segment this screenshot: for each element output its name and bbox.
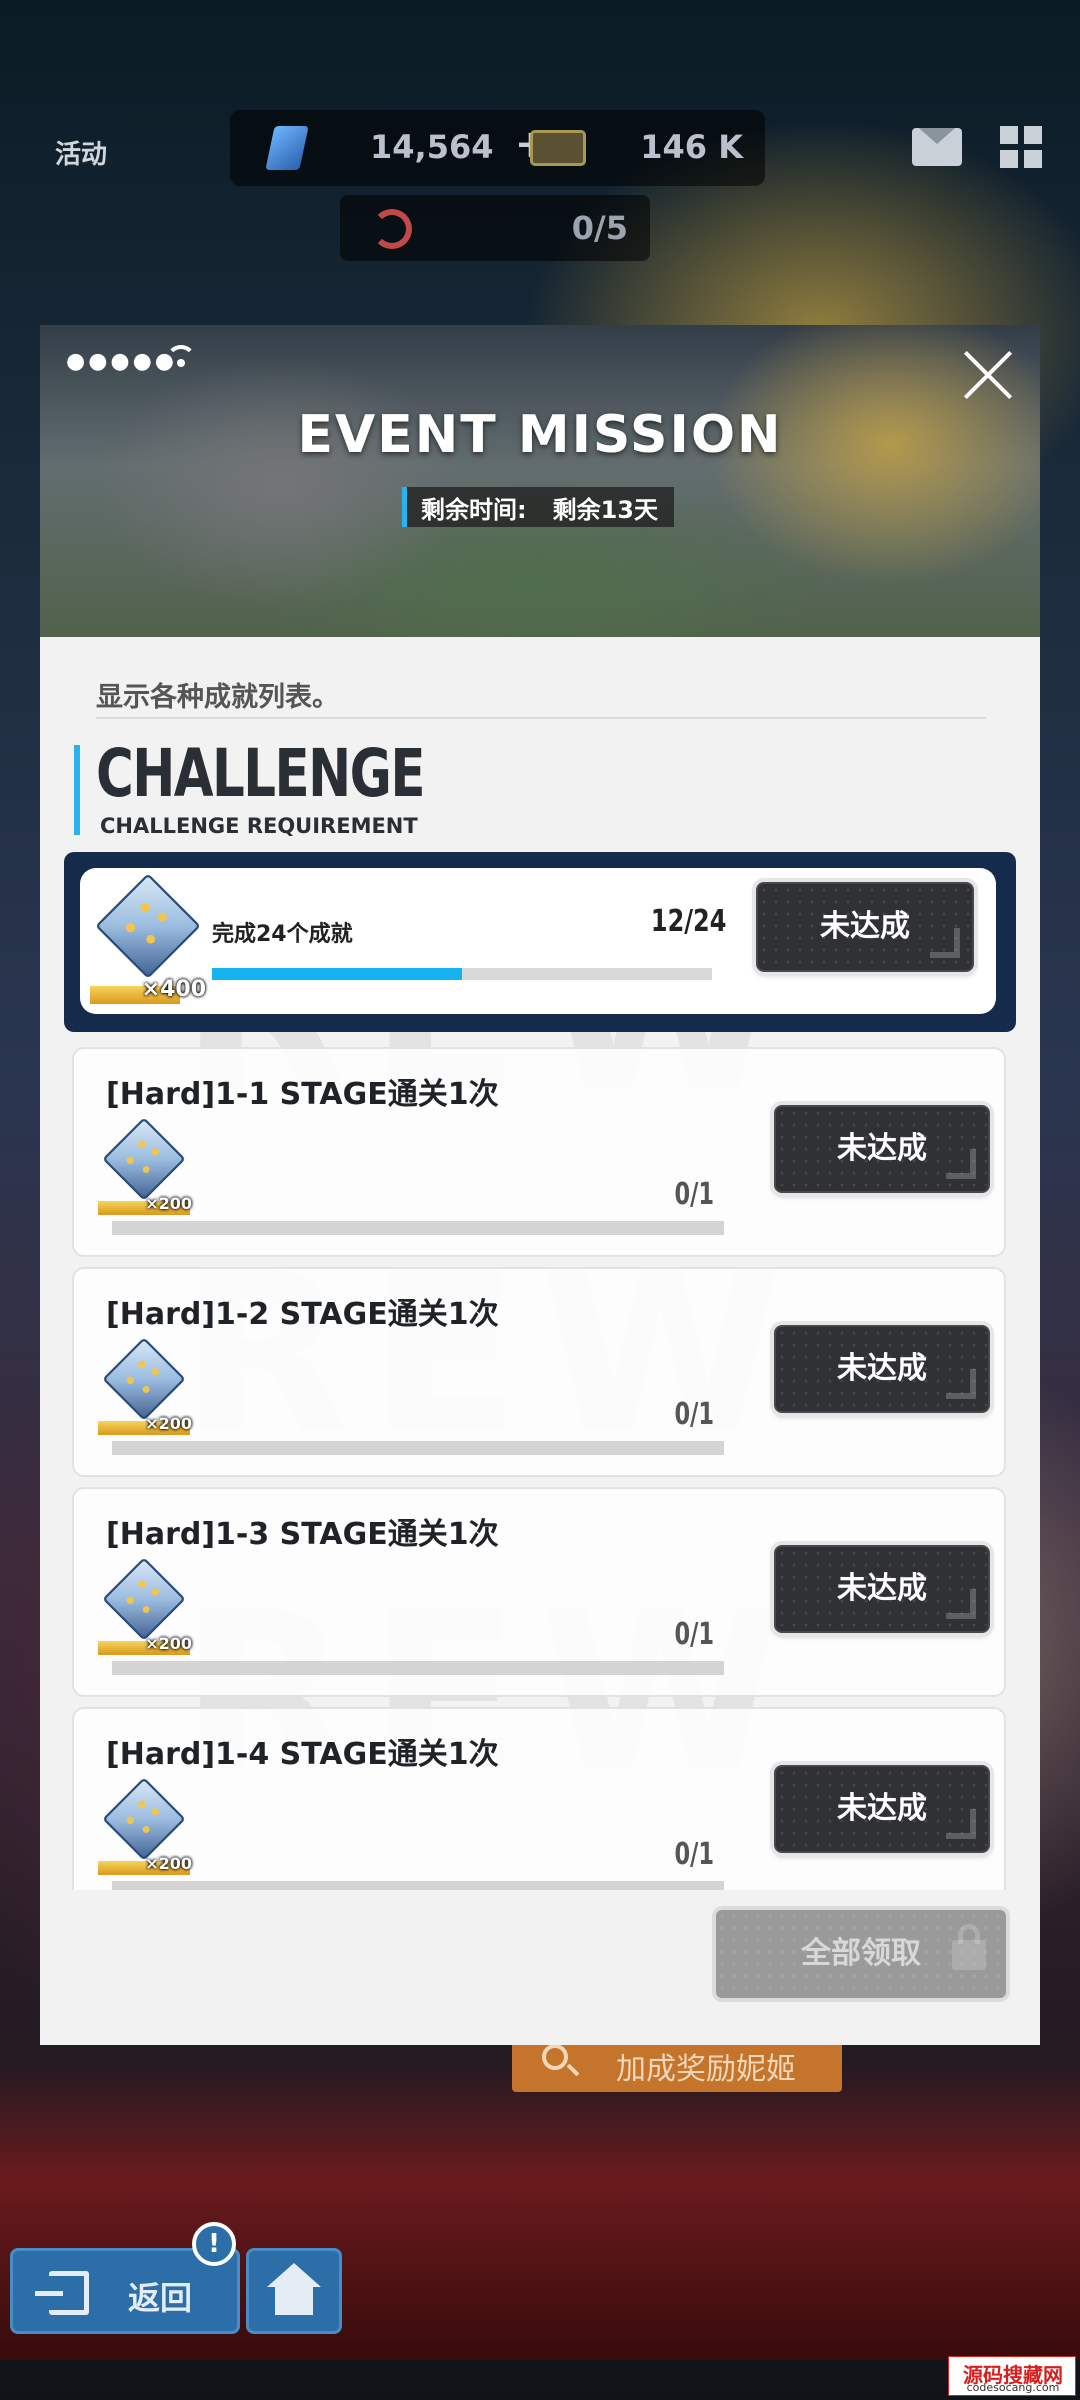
reward-quantity: ×400 xyxy=(141,977,206,1002)
notice-badge: ! xyxy=(192,2222,236,2266)
reward-quantity: ×200 xyxy=(145,1854,192,1873)
featured-challenge-card: ×400 完成24个成就 12/24 未达成 xyxy=(80,868,996,1014)
wifi-icon xyxy=(166,345,196,375)
status-button[interactable]: 未达成 xyxy=(756,882,974,972)
mission-item: [Hard]1-3 STAGE通关1次 ×200 0/1 未达成 xyxy=(72,1487,1006,1697)
section-title: CHALLENGE xyxy=(96,735,426,812)
resource-panel: 14,564 + 146 K xyxy=(230,110,765,186)
status-button-label: 未达成 xyxy=(837,1571,927,1606)
claim-all-button[interactable]: 全部领取 xyxy=(716,1910,1006,1998)
mission-item: [Hard]1-2 STAGE通关1次 ×200 0/1 未达成 xyxy=(72,1267,1006,1477)
cube-icon xyxy=(102,1557,186,1641)
status-button-label: 未达成 xyxy=(837,1791,927,1826)
search-icon xyxy=(542,2044,568,2070)
reward-item: ×200 xyxy=(98,1777,194,1875)
mission-progress-text: 0/1 xyxy=(674,1837,714,1872)
status-button-label: 未达成 xyxy=(820,909,910,944)
menu-grid-icon[interactable] xyxy=(1000,126,1042,168)
reward-quantity: ×200 xyxy=(145,1194,192,1213)
modal-header: ●●●●● EVENT MISSION 剩余时间: 剩余13天 xyxy=(40,325,1040,637)
sub-counter: 0/5 xyxy=(571,209,628,247)
mission-item: [Hard]1-1 STAGE通关1次 ×200 0/1 未达成 xyxy=(72,1047,1006,1257)
mission-progress-text: 0/1 xyxy=(674,1617,714,1652)
reward-quantity: ×200 xyxy=(145,1634,192,1653)
close-button[interactable] xyxy=(962,349,1014,401)
home-icon xyxy=(267,2263,321,2315)
mission-progress-text: 0/1 xyxy=(674,1397,714,1432)
mission-title: [Hard]1-4 STAGE通关1次 xyxy=(106,1737,499,1772)
mission-progress-text: 0/1 xyxy=(674,1177,714,1212)
home-button[interactable] xyxy=(246,2248,342,2334)
back-label: 返回 xyxy=(128,2279,193,2317)
mission-title: [Hard]1-3 STAGE通关1次 xyxy=(106,1517,499,1552)
mission-progress-bar xyxy=(112,1881,724,1890)
featured-challenge: ×400 完成24个成就 12/24 未达成 xyxy=(64,852,1016,1032)
featured-challenge-label: 完成24个成就 xyxy=(212,922,353,947)
site-watermark-url: codesocang.com xyxy=(966,2381,1060,2394)
bonus-search-label: 加成奖励妮姬 xyxy=(616,2052,796,2087)
arrow-icon xyxy=(930,928,960,958)
gem-icon xyxy=(265,126,309,170)
status-button[interactable]: 未达成 xyxy=(774,1325,990,1413)
lock-icon xyxy=(952,1924,986,1970)
cube-icon xyxy=(95,873,201,979)
top-bar: 活动 14,564 + 146 K xyxy=(0,110,1080,190)
mission-progress-bar xyxy=(112,1221,724,1235)
cube-icon xyxy=(102,1777,186,1861)
mission-progress-bar xyxy=(112,1661,724,1675)
remaining-time: 剩余时间: 剩余13天 xyxy=(402,487,675,527)
modal-title: EVENT MISSION xyxy=(297,405,783,465)
gem-count: 14,564 xyxy=(370,128,494,166)
timer-value: 剩余13天 xyxy=(552,495,659,524)
cube-icon xyxy=(102,1337,186,1421)
arrow-icon xyxy=(946,1149,976,1179)
featured-progress-bar xyxy=(212,968,712,980)
status-button[interactable]: 未达成 xyxy=(774,1105,990,1193)
arrow-icon xyxy=(946,1809,976,1839)
mission-list[interactable]: [Hard]1-1 STAGE通关1次 ×200 0/1 未达成 [Hard]1… xyxy=(72,1047,1006,1890)
reward-item: ×200 xyxy=(98,1117,194,1215)
reward-item: ×400 xyxy=(90,873,226,1004)
credit-icon xyxy=(530,130,586,166)
status-button-label: 未达成 xyxy=(837,1351,927,1386)
claim-all-label: 全部领取 xyxy=(801,1936,921,1971)
wrench-icon xyxy=(372,209,412,249)
signal-indicator: ●●●●● xyxy=(66,349,177,374)
arrow-icon xyxy=(946,1369,976,1399)
featured-progress-text: 12/24 xyxy=(650,904,726,939)
mission-progress-bar xyxy=(112,1441,724,1455)
exit-icon xyxy=(35,2271,89,2315)
divider xyxy=(96,717,986,719)
reward-item: ×200 xyxy=(98,1557,194,1655)
reward-item: ×200 xyxy=(98,1337,194,1435)
status-button[interactable]: 未达成 xyxy=(774,1765,990,1853)
arrow-icon xyxy=(946,1589,976,1619)
timer-label: 剩余时间: xyxy=(421,495,527,524)
mission-title: [Hard]1-1 STAGE通关1次 xyxy=(106,1077,499,1112)
description: 显示各种成就列表。 xyxy=(96,682,339,713)
mail-icon[interactable] xyxy=(912,128,962,166)
section-accent-bar xyxy=(74,745,80,835)
page-title: 活动 xyxy=(55,140,108,170)
status-button-label: 未达成 xyxy=(837,1131,927,1166)
event-mission-modal: ●●●●● EVENT MISSION 剩余时间: 剩余13天 显示各种成就列表… xyxy=(40,325,1040,2045)
modal-footer: 全部领取 xyxy=(40,1890,1040,2045)
reward-quantity: ×200 xyxy=(145,1414,192,1433)
sub-resource-panel: 0/5 xyxy=(340,195,650,261)
section-subtitle: CHALLENGE REQUIREMENT xyxy=(100,814,418,838)
cube-icon xyxy=(102,1117,186,1201)
site-watermark: 源码搜藏网 codesocang.com xyxy=(948,2356,1076,2396)
credit-count: 146 K xyxy=(640,128,743,166)
mission-item: [Hard]1-4 STAGE通关1次 ×200 0/1 未达成 xyxy=(72,1707,1006,1890)
mission-title: [Hard]1-2 STAGE通关1次 xyxy=(106,1297,499,1332)
status-button[interactable]: 未达成 xyxy=(774,1545,990,1633)
featured-progress-fill xyxy=(212,968,462,980)
